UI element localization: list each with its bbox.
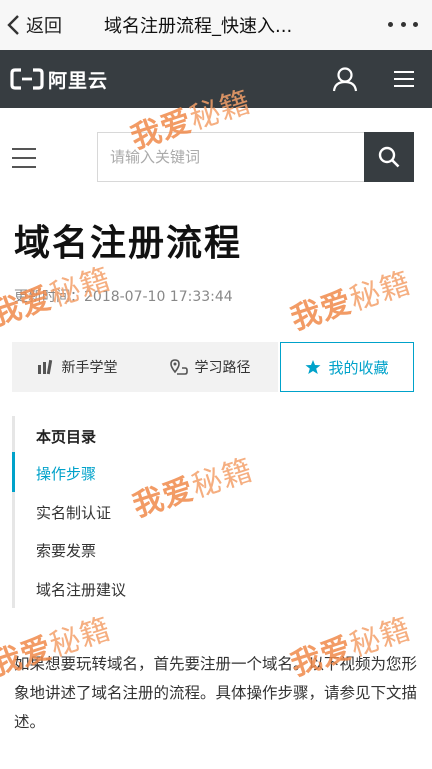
aliyun-logo[interactable]: 阿里云 <box>10 67 109 92</box>
toc-item-suggestions[interactable]: 域名注册建议 <box>36 579 126 600</box>
browser-page-title: 域名注册流程_快速入... <box>104 16 293 37</box>
sidebar-menu-icon[interactable] <box>12 147 36 169</box>
toc-active-indicator <box>12 452 15 492</box>
tab-bar: 新手学堂 学习路径 我的收藏 <box>12 342 414 392</box>
page-title: 域名注册流程 <box>14 223 243 264</box>
chart-icon <box>37 359 52 375</box>
aliyun-logo-icon <box>10 68 44 90</box>
search-icon <box>378 146 400 168</box>
menu-icon[interactable] <box>394 70 414 88</box>
logo-text: 阿里云 <box>48 69 109 92</box>
watermark: 我爱秘籍 <box>286 265 416 338</box>
chevron-left-icon <box>7 15 19 35</box>
tab-learning-path[interactable]: 学习路径 <box>142 342 278 392</box>
tab-my-favorites-label: 我的收藏 <box>328 358 389 377</box>
browser-top-bar: 返回 域名注册流程_快速入... <box>0 0 432 50</box>
toc-item-steps[interactable]: 操作步骤 <box>36 463 96 484</box>
toc-item-real-name[interactable]: 实名制认证 <box>36 502 111 523</box>
tab-beginner[interactable]: 新手学堂 <box>12 342 142 392</box>
updated-time: 更新时间：2018-07-10 17:33:44 <box>14 289 233 305</box>
star-icon <box>305 360 321 374</box>
table-of-contents: 本页目录 操作步骤 实名制认证 索要发票 域名注册建议 <box>12 416 312 608</box>
back-label: 返回 <box>26 16 62 37</box>
user-icon[interactable] <box>332 66 358 92</box>
map-pin-icon <box>169 358 188 375</box>
tab-learning-path-label: 学习路径 <box>194 360 251 376</box>
toc-item-invoice[interactable]: 索要发票 <box>36 540 96 561</box>
tab-my-favorites[interactable]: 我的收藏 <box>280 342 414 392</box>
site-header: 阿里云 <box>0 50 432 108</box>
more-options-icon[interactable] <box>388 14 418 34</box>
back-button[interactable]: 返回 <box>6 10 62 40</box>
body-paragraph: 如果想要玩转域名，首先要注册一个域名。以下视频为您形象地讲述了域名注册的流程。具… <box>14 655 418 731</box>
search-input[interactable] <box>97 132 365 182</box>
search-button[interactable] <box>364 132 414 182</box>
toc-heading: 本页目录 <box>36 428 97 446</box>
tab-beginner-label: 新手学堂 <box>61 360 118 376</box>
